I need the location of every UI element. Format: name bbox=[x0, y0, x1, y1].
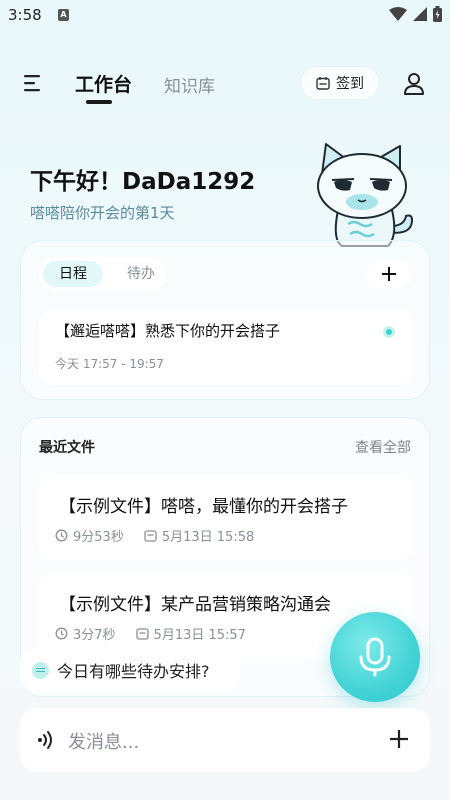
status-time: 3:58 bbox=[8, 6, 42, 24]
schedule-event-item[interactable]: 【邂逅嗒嗒】熟悉下你的开会搭子 今天 17:57 - 19:57 bbox=[39, 309, 413, 385]
voice-wave-icon[interactable] bbox=[36, 729, 58, 751]
calendar-icon bbox=[135, 628, 149, 640]
menu-icon[interactable] bbox=[22, 72, 46, 94]
status-icons bbox=[389, 6, 442, 22]
plus-icon[interactable] bbox=[388, 728, 410, 750]
chat-bubble-icon bbox=[32, 661, 49, 679]
battery-icon bbox=[433, 6, 442, 22]
tab-workbench[interactable]: 工作台 bbox=[75, 70, 132, 97]
file-date: 5月13日 15:57 bbox=[153, 628, 246, 643]
segment-todo[interactable]: 待办 bbox=[119, 261, 163, 287]
tab-knowledge-base[interactable]: 知识库 bbox=[164, 72, 215, 97]
checkin-label: 签到 bbox=[336, 76, 364, 92]
status-bar: 3:58 A bbox=[0, 0, 450, 32]
greeting-subtitle: 嗒嗒陪你开会的第1天 bbox=[30, 204, 175, 222]
file-duration: 9分53秒 bbox=[73, 530, 124, 545]
event-time: 今天 17:57 - 19:57 bbox=[55, 357, 164, 371]
record-mic-button[interactable] bbox=[330, 612, 420, 702]
add-schedule-button[interactable] bbox=[367, 260, 411, 288]
plus-icon bbox=[382, 267, 396, 281]
recent-files-title: 最近文件 bbox=[39, 440, 95, 456]
message-input-bar: 发消息... bbox=[20, 708, 430, 772]
file-date: 5月13日 15:58 bbox=[161, 530, 255, 545]
active-tab-indicator bbox=[86, 100, 112, 104]
event-title: 【邂逅嗒嗒】熟悉下你的开会搭子 bbox=[55, 322, 281, 340]
file-meta: 3分7秒 5月13日 15:57 bbox=[55, 624, 246, 643]
calendar-icon bbox=[144, 530, 157, 542]
file-item[interactable]: 【示例文件】嗒嗒，最懂你的开会搭子 9分53秒 5月13日 15:58 bbox=[39, 474, 413, 560]
top-header: 工作台 知识库 签到 bbox=[0, 62, 450, 106]
clock-icon bbox=[55, 627, 68, 640]
file-meta: 9分53秒 5月13日 15:58 bbox=[55, 526, 254, 545]
suggestion-text: 今日有哪些待办安排? bbox=[57, 662, 210, 681]
clock-icon bbox=[55, 529, 68, 542]
user-icon[interactable] bbox=[400, 70, 428, 98]
checkin-button[interactable]: 签到 bbox=[300, 66, 380, 100]
event-status-dot bbox=[383, 326, 395, 338]
suggestion-chip[interactable]: 今日有哪些待办安排? bbox=[20, 648, 240, 692]
calendar-icon bbox=[316, 77, 330, 90]
schedule-card: 日程 待办 【邂逅嗒嗒】熟悉下你的开会搭子 今天 17:57 - 19:57 bbox=[20, 240, 430, 400]
view-all-link[interactable]: 查看全部 bbox=[355, 437, 411, 457]
mic-icon bbox=[359, 637, 391, 677]
file-title: 【示例文件】嗒嗒，最懂你的开会搭子 bbox=[59, 497, 348, 517]
greeting-title: 下午好！DaDa1292 bbox=[30, 169, 256, 195]
wifi-icon bbox=[389, 7, 407, 21]
file-duration: 3分7秒 bbox=[73, 628, 116, 643]
notification-icon: A bbox=[58, 9, 69, 21]
message-input[interactable]: 发消息... bbox=[68, 728, 139, 754]
signal-icon bbox=[413, 7, 427, 21]
segment-schedule[interactable]: 日程 bbox=[43, 261, 103, 287]
schedule-segmented-control: 日程 待办 bbox=[39, 257, 167, 291]
file-title: 【示例文件】某产品营销策略沟通会 bbox=[59, 595, 331, 615]
cat-mascot-illustration bbox=[317, 143, 414, 247]
